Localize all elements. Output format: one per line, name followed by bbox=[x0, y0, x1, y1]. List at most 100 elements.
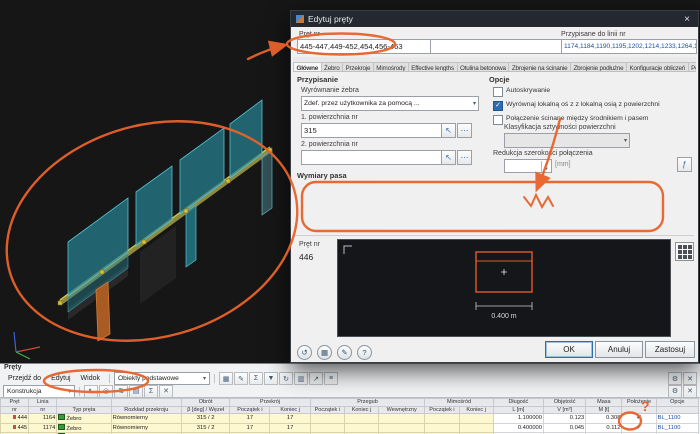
table-cell[interactable]: 315 / 2 bbox=[182, 414, 230, 424]
pick-surface-icon[interactable]: ↖ bbox=[441, 123, 456, 138]
menu-przejdź-do[interactable]: Przejdź do bbox=[3, 375, 46, 382]
table-cell[interactable]: 315 / 2 bbox=[182, 423, 230, 433]
table-column-header[interactable]: L [m] bbox=[493, 406, 543, 414]
tab-konfiguracje-obliczeń[interactable]: Konfiguracje obliczeń bbox=[626, 62, 689, 72]
display-grid-icon[interactable]: ▦ bbox=[317, 345, 332, 360]
sum-icon[interactable]: Σ bbox=[249, 372, 263, 385]
ok-button[interactable]: OK bbox=[545, 341, 593, 358]
table-cell[interactable]: 0.400000 bbox=[493, 423, 543, 433]
menu-edytuj[interactable]: Edytuj bbox=[46, 375, 75, 382]
checkbox-icon[interactable]: ✓ bbox=[493, 101, 503, 111]
table-column-header[interactable] bbox=[622, 406, 656, 414]
table-cell[interactable]: 17 bbox=[270, 414, 310, 424]
member-no-secondary-input[interactable] bbox=[430, 39, 562, 54]
table-column-header[interactable]: Rozkład przekroju bbox=[111, 406, 181, 414]
tab-otulina-betonowa[interactable]: Otulina betonowa bbox=[457, 62, 510, 72]
table-cell[interactable]: Żebro bbox=[57, 414, 111, 424]
apply-button[interactable]: Zastosuj bbox=[645, 341, 695, 358]
table-cell[interactable] bbox=[459, 423, 493, 433]
table-cell[interactable]: ✔ bbox=[622, 423, 656, 433]
list-icon[interactable]: ≡ bbox=[324, 372, 338, 385]
table-cell[interactable] bbox=[425, 423, 459, 433]
table-cell[interactable]: 17 bbox=[230, 414, 270, 424]
rib-plate[interactable] bbox=[230, 100, 262, 178]
columns-icon[interactable]: ▥ bbox=[294, 372, 308, 385]
table-cell[interactable]: 17 bbox=[270, 423, 310, 433]
table-cell[interactable] bbox=[310, 414, 344, 424]
table-cell[interactable]: Żebro bbox=[57, 423, 111, 433]
table-column-header[interactable]: Koniec j bbox=[270, 406, 310, 414]
tab-żebro[interactable]: Żebro bbox=[321, 62, 343, 72]
menu-widok[interactable]: Widok bbox=[76, 375, 105, 382]
undo-icon[interactable]: ↺ bbox=[297, 345, 312, 360]
objects-combo[interactable]: Obiekty podstawowe ▾ bbox=[114, 372, 210, 385]
teal-column[interactable] bbox=[186, 205, 196, 267]
reduction-spinner[interactable]: ▴ ▾ bbox=[504, 159, 552, 173]
table-column-header[interactable]: Koniec j bbox=[344, 406, 378, 414]
checkbox-icon[interactable] bbox=[493, 115, 503, 125]
table-column-header[interactable]: Typ pręta bbox=[57, 406, 111, 414]
table-cell[interactable]: Równomierny bbox=[111, 423, 181, 433]
edit-note-icon[interactable]: ✎ bbox=[337, 345, 352, 360]
jump-to-icon[interactable]: ▦ bbox=[219, 372, 233, 385]
table-cell[interactable]: BL_1100 bbox=[656, 423, 698, 433]
tab-podpory-obliczeniowe[interactable]: Podpory obliczeniowe bbox=[688, 62, 696, 72]
table-cell[interactable]: Równomierny bbox=[111, 414, 181, 424]
more-options-icon[interactable]: ⋯ bbox=[457, 150, 472, 165]
structure-combo[interactable]: Konstrukcja ▾ bbox=[3, 385, 75, 398]
table-column-header[interactable]: Początek i bbox=[230, 406, 270, 414]
panel-close-icon[interactable]: ✕ bbox=[683, 372, 697, 385]
table-cell[interactable]: BL_1100 bbox=[656, 414, 698, 424]
table-cell[interactable]: ✔ bbox=[622, 414, 656, 424]
table-cell[interactable]: 0.123 bbox=[544, 414, 586, 424]
tab-zbrojenie-na-ścinanie[interactable]: Zbrojenie na ścinanie bbox=[508, 62, 571, 72]
export-icon[interactable]: ↗ bbox=[309, 372, 323, 385]
table-column-header[interactable]: M [t] bbox=[586, 406, 622, 414]
table-column-header[interactable]: β [deg] / Węzeł bbox=[182, 406, 230, 414]
table-cell[interactable]: 17 bbox=[230, 423, 270, 433]
table-row[interactable]: 4441164ŻebroRównomierny315 / 217171.1000… bbox=[1, 414, 699, 424]
table-row[interactable]: 4451174ŻebroRównomierny315 / 217170.4000… bbox=[1, 423, 699, 433]
table-column-header[interactable]: Wewnętrzny bbox=[379, 406, 425, 414]
table-cell[interactable]: 0.308 bbox=[586, 414, 622, 424]
member-no-input[interactable]: 445-447,449-452,454,456-463 bbox=[297, 39, 431, 54]
checkbox-icon[interactable] bbox=[493, 87, 503, 97]
filter-icon[interactable]: ▼ bbox=[264, 372, 278, 385]
tab-mimośrody[interactable]: Mimośrody bbox=[373, 62, 409, 72]
select-pointer-icon[interactable]: ↖ bbox=[84, 385, 98, 398]
sigma-icon[interactable]: Σ bbox=[144, 385, 158, 398]
table-column-header[interactable]: Koniec j bbox=[459, 406, 493, 414]
sort-icon[interactable]: ⇅ bbox=[114, 385, 128, 398]
table-column-header[interactable]: nr bbox=[29, 406, 57, 414]
table-cell[interactable]: 0.112 bbox=[586, 423, 622, 433]
cross-section-preview[interactable]: 0.400 m bbox=[337, 239, 671, 337]
table-cell[interactable] bbox=[344, 414, 378, 424]
panel-settings-icon[interactable]: ⚙ bbox=[668, 372, 682, 385]
table-cell[interactable] bbox=[459, 414, 493, 424]
refresh-icon[interactable]: ↻ bbox=[279, 372, 293, 385]
edit-cell-icon[interactable]: ✎ bbox=[234, 372, 248, 385]
stiffness-select[interactable]: ▾ bbox=[504, 133, 630, 148]
table-cell[interactable] bbox=[379, 423, 425, 433]
table-column-header[interactable]: V [m³] bbox=[544, 406, 586, 414]
tab-główne[interactable]: Główne bbox=[293, 62, 322, 72]
table-cell[interactable] bbox=[310, 423, 344, 433]
table-cell[interactable] bbox=[425, 414, 459, 424]
cancel-button[interactable]: Anuluj bbox=[595, 341, 643, 358]
help-icon[interactable]: ? bbox=[357, 345, 372, 360]
tab-effective-lengths[interactable]: Effective lengths bbox=[408, 62, 458, 72]
table-cell[interactable]: 1174 bbox=[29, 423, 57, 433]
teal-column[interactable] bbox=[262, 150, 272, 215]
table-cell[interactable] bbox=[344, 423, 378, 433]
table-cell[interactable] bbox=[379, 414, 425, 424]
table-cell[interactable]: 1164 bbox=[29, 414, 57, 424]
table-view-icon[interactable]: ▤ bbox=[129, 385, 143, 398]
tab-zbrojenie-podłużne[interactable]: Zbrojenie podłużne bbox=[570, 62, 627, 72]
pier-column[interactable] bbox=[96, 282, 110, 341]
panel-settings-icon[interactable]: ⚙ bbox=[668, 385, 682, 398]
pick-surface-icon[interactable]: ↖ bbox=[441, 150, 456, 165]
table-column-header[interactable]: nr bbox=[1, 406, 29, 414]
table-column-header[interactable]: Początek i bbox=[425, 406, 459, 414]
clear-icon[interactable]: ✕ bbox=[159, 385, 173, 398]
view-grid-icon[interactable] bbox=[675, 242, 694, 261]
